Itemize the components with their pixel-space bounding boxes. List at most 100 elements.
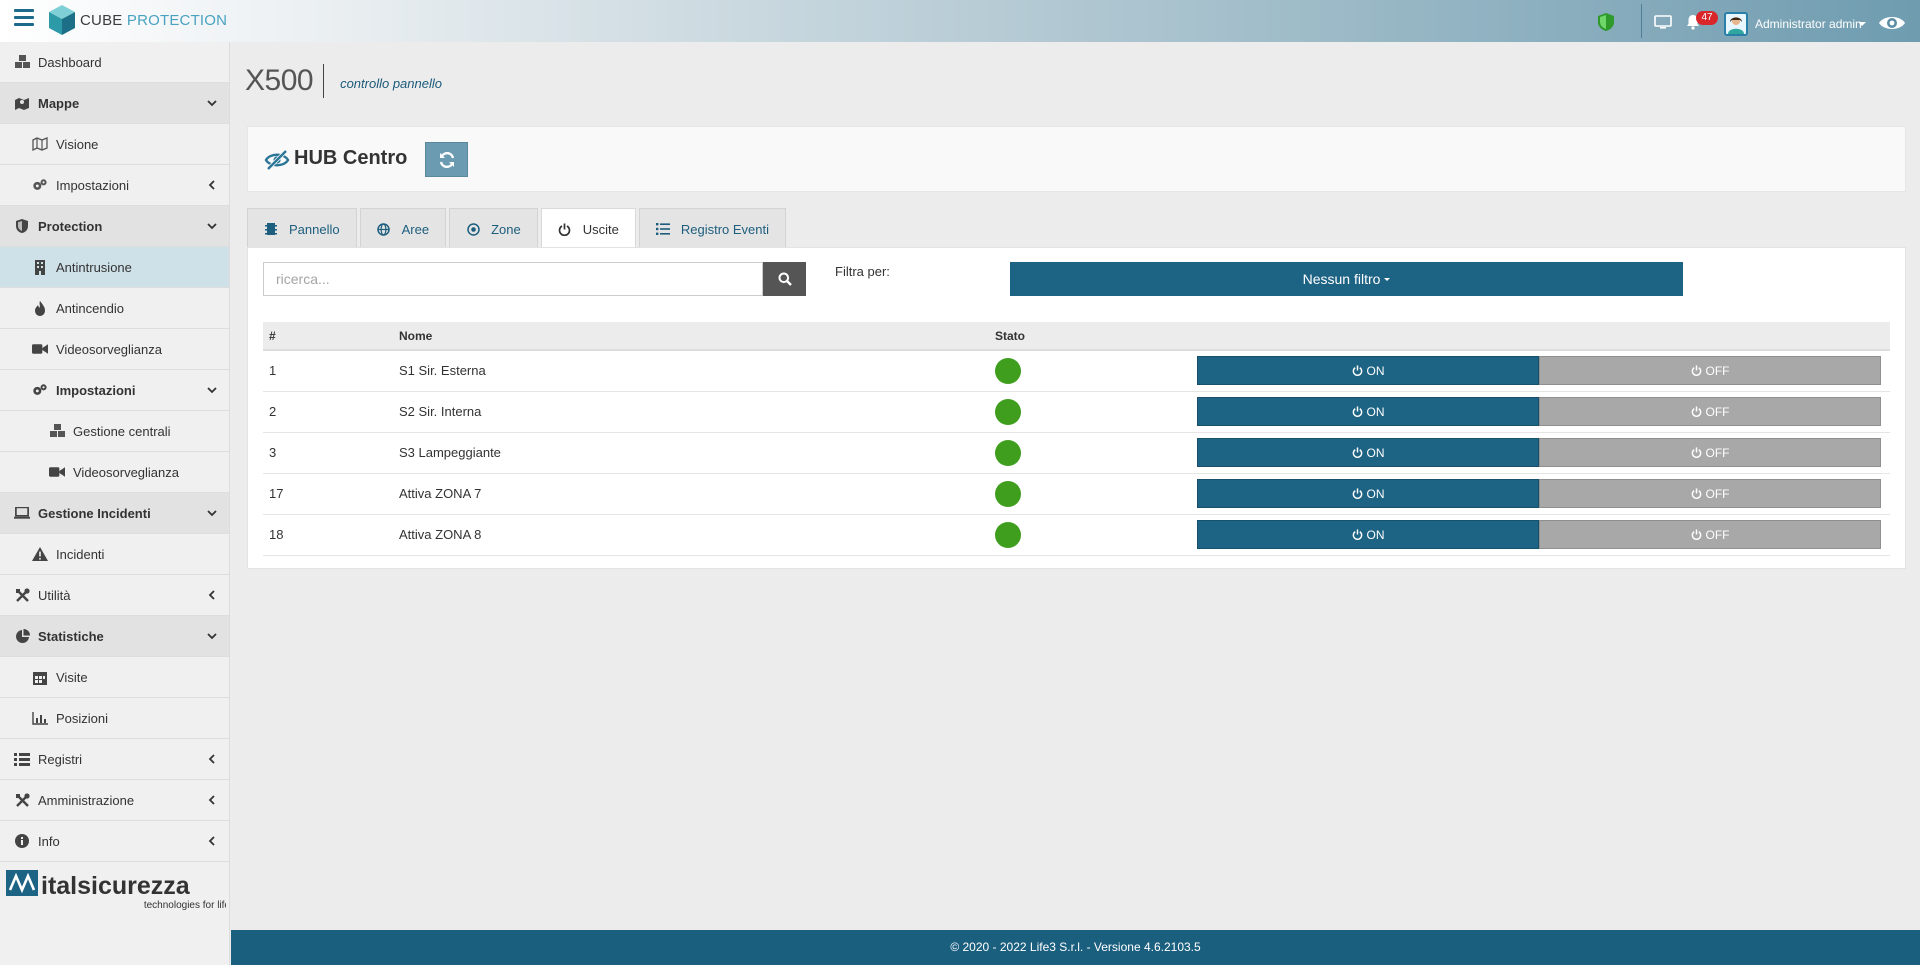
sidebar-item-antintrusione[interactable]: Antintrusione: [0, 247, 229, 288]
globe-icon: [377, 222, 391, 236]
cubes-icon: [49, 423, 65, 439]
cubes-icon: [14, 54, 30, 70]
sidebar-item-antincendio[interactable]: Antincendio: [0, 288, 229, 329]
app-logo[interactable]: CUBE PROTECTION: [48, 3, 227, 37]
eye-icon[interactable]: [1878, 14, 1906, 32]
power-icon: [1691, 365, 1701, 377]
sidebar-item-statistiche[interactable]: Statistiche: [0, 616, 229, 657]
warning-icon: [32, 546, 48, 562]
dot-circle-icon: [466, 222, 480, 236]
chevron-down-icon[interactable]: [1858, 22, 1866, 26]
tab-registro-eventi[interactable]: Registro Eventi: [638, 208, 786, 249]
chevron-left-icon: [208, 590, 215, 600]
tab-zone[interactable]: Zone: [449, 208, 538, 249]
power-icon: [1352, 406, 1362, 417]
on-button-label: ON: [1366, 486, 1385, 501]
sidebar-item-amministrazione[interactable]: Amministrazione: [0, 780, 229, 821]
row-name: Attiva ZONA 8: [393, 514, 989, 556]
notification-badge[interactable]: 47: [1696, 11, 1718, 25]
sidebar-item-registri[interactable]: Registri: [0, 739, 229, 780]
user-name[interactable]: Administrator admin: [1755, 17, 1862, 31]
sidebar-item-label: Videosorveglianza: [73, 464, 179, 480]
tab-pannello[interactable]: Pannello: [247, 208, 357, 249]
monitor-icon[interactable]: [1654, 15, 1672, 29]
sidebar-item-videosorveglianza-settings[interactable]: Videosorveglianza: [0, 452, 229, 493]
on-button-label: ON: [1366, 445, 1385, 460]
sidebar-item-visite[interactable]: Visite: [0, 657, 229, 698]
brand-name: italsicurezza: [41, 872, 191, 900]
hub-header: HUB Centro: [247, 126, 1906, 192]
sidebar-item-gestione-centrali[interactable]: Gestione centrali: [0, 411, 229, 452]
sidebar-item-impostazioni-protection[interactable]: Impostazioni: [0, 370, 229, 411]
table-row: 3 S3 Lampeggiante ON OFF: [263, 432, 1890, 474]
on-button[interactable]: ON: [1197, 397, 1539, 426]
row-id: 3: [263, 432, 393, 474]
shield-status-icon[interactable]: [1597, 12, 1615, 32]
sidebar-item-dashboard[interactable]: Dashboard: [0, 42, 229, 83]
refresh-button[interactable]: [425, 142, 468, 177]
list-icon: [14, 751, 30, 767]
sidebar-item-gestione-incidenti[interactable]: Gestione Incidenti: [0, 493, 229, 534]
sidebar-item-visione[interactable]: Visione: [0, 124, 229, 165]
sidebar-item-impostazioni-mappe[interactable]: Impostazioni: [0, 165, 229, 206]
sidebar-item-mappe[interactable]: Mappe: [0, 83, 229, 124]
search-button[interactable]: [763, 262, 806, 296]
row-id: 1: [263, 350, 393, 392]
sidebar: Dashboard Mappe Visione Impostazioni Pro…: [0, 42, 230, 965]
tab-uscite[interactable]: Uscite: [540, 208, 636, 250]
off-button-label: OFF: [1705, 445, 1730, 460]
search-input[interactable]: [263, 262, 763, 296]
shield-icon: [14, 218, 30, 234]
building-icon: [32, 259, 48, 275]
sidebar-item-label: Gestione centrali: [73, 423, 171, 439]
search-icon: [778, 272, 792, 286]
sidebar-item-label: Impostazioni: [56, 177, 129, 193]
refresh-icon: [439, 151, 454, 168]
sidebar-item-label: Posizioni: [56, 710, 109, 726]
sidebar-item-incidenti[interactable]: Incidenti: [0, 534, 229, 575]
row-id: 18: [263, 514, 393, 556]
filter-dropdown[interactable]: Nessun filtro: [1010, 262, 1683, 296]
brand-tagline: technologies for life: [144, 900, 226, 910]
off-button-label: OFF: [1705, 363, 1730, 378]
off-button[interactable]: OFF: [1539, 356, 1881, 386]
avatar[interactable]: [1724, 12, 1748, 36]
row-id: 17: [263, 473, 393, 515]
sidebar-item-protection[interactable]: Protection: [0, 206, 229, 247]
on-button[interactable]: ON: [1197, 520, 1539, 549]
row-status-cell: [989, 473, 1197, 515]
off-button[interactable]: OFF: [1539, 520, 1881, 549]
off-button[interactable]: OFF: [1539, 438, 1881, 467]
on-button[interactable]: ON: [1197, 438, 1539, 467]
sidebar-item-utilita[interactable]: Utilità: [0, 575, 229, 616]
on-button-label: ON: [1366, 363, 1385, 378]
fire-icon: [32, 300, 48, 316]
sidebar-item-info[interactable]: Info: [0, 821, 229, 862]
video-camera-icon: [32, 341, 48, 357]
chevron-down-icon: [207, 223, 217, 230]
sidebar-item-label: Gestione Incidenti: [38, 505, 151, 521]
footer: © 2020 - 2022 Life3 S.r.l. - Versione 4.…: [231, 930, 1920, 965]
on-button-label: ON: [1366, 404, 1385, 419]
column-header-actions: [1197, 322, 1890, 351]
sidebar-item-label: Dashboard: [38, 54, 102, 70]
sidebar-item-label: Antincendio: [56, 300, 124, 316]
table-body: 1 S1 Sir. Esterna ON OFF 2 S2 Sir. Interna ON O…: [263, 350, 1890, 556]
on-button[interactable]: ON: [1197, 479, 1539, 508]
row-actions: ON OFF: [1197, 514, 1890, 556]
sidebar-item-posizioni[interactable]: Posizioni: [0, 698, 229, 739]
row-status-cell: [989, 391, 1197, 433]
sidebar-item-videosorveglianza[interactable]: Videosorveglianza: [0, 329, 229, 370]
hamburger-menu-icon[interactable]: [14, 9, 34, 29]
on-button[interactable]: ON: [1197, 356, 1539, 386]
sidebar-item-label: Incidenti: [56, 546, 105, 562]
list-icon: [655, 222, 670, 236]
off-button[interactable]: OFF: [1539, 397, 1881, 426]
tab-bar: Pannello Aree Zone Uscite Registro Event…: [247, 208, 789, 250]
off-button[interactable]: OFF: [1539, 479, 1881, 508]
row-actions: ON OFF: [1197, 350, 1890, 392]
top-bar-divider: [1641, 4, 1642, 38]
table-row: 17 Attiva ZONA 7 ON OFF: [263, 473, 1890, 515]
tab-aree[interactable]: Aree: [359, 208, 447, 249]
sidebar-item-label: Visione: [56, 136, 99, 152]
